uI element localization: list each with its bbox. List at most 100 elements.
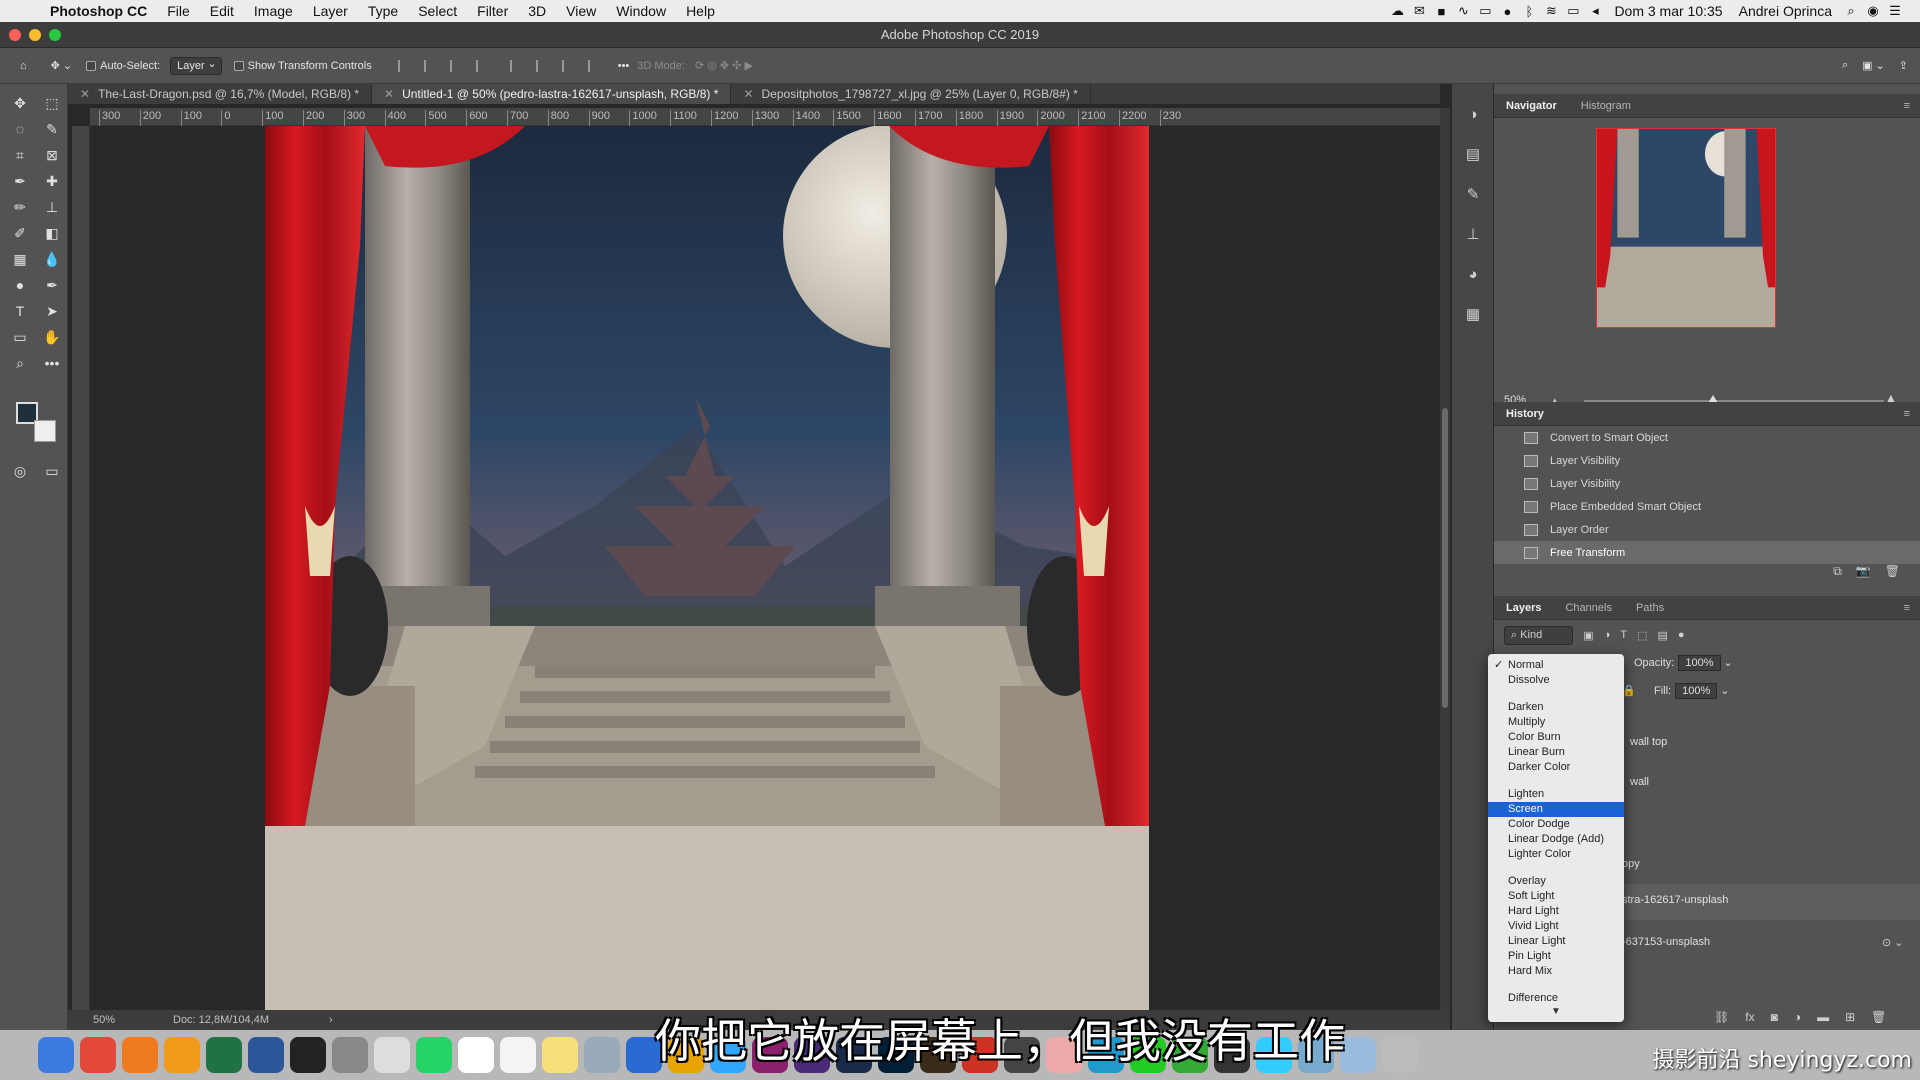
blend-mode-item[interactable]: Darker Color [1488, 760, 1624, 775]
menu-select[interactable]: Select [408, 3, 467, 19]
blend-mode-item[interactable]: Color Dodge [1488, 817, 1624, 832]
fill-control[interactable]: Fill: 100% ⌄ [1654, 683, 1730, 699]
close-tab-icon[interactable]: ✕ [80, 87, 90, 101]
tab-paths[interactable]: Paths [1624, 602, 1676, 614]
auto-select-checkbox[interactable] [86, 60, 97, 71]
mail-icon[interactable]: ✉ [1408, 3, 1430, 19]
path-selection-tool-icon[interactable]: ➤ [40, 300, 64, 322]
frame-tool-icon[interactable]: ⊠ [40, 144, 64, 166]
blend-mode-item[interactable]: Lighter Color [1488, 847, 1624, 862]
properties-icon[interactable]: ◕ [1462, 264, 1484, 286]
sync-icon[interactable]: ● [1496, 4, 1518, 19]
history-item[interactable]: Place Embedded Smart Object [1494, 495, 1920, 518]
blend-mode-item[interactable]: Normal [1488, 658, 1624, 673]
filter-shape-icon[interactable]: ⬚ [1637, 629, 1647, 642]
script-icon[interactable]: ∿ [1452, 3, 1474, 19]
tab-history[interactable]: History [1494, 408, 1556, 420]
panel-menu-icon[interactable]: ≡ [1904, 408, 1910, 420]
history-brush-tool-icon[interactable]: ✐ [8, 222, 32, 244]
healing-brush-tool-icon[interactable]: ✚ [40, 170, 64, 192]
siri-icon[interactable]: ◉ [1862, 3, 1884, 19]
adjustments-icon[interactable]: ◑ [1462, 104, 1484, 126]
transform-controls-checkbox[interactable] [233, 60, 244, 71]
tab-layers[interactable]: Layers [1494, 602, 1553, 614]
distribute-vertical-icon[interactable] [587, 59, 602, 72]
brush-settings-icon[interactable]: ✎ [1462, 184, 1484, 206]
brush-tool-icon[interactable]: ✏ [8, 196, 32, 218]
volume-icon[interactable]: ◂ [1584, 3, 1606, 19]
hand-tool-icon[interactable]: ✋ [40, 326, 64, 348]
blend-mode-item[interactable]: Overlay [1488, 874, 1624, 889]
menu-edit[interactable]: Edit [200, 3, 244, 19]
blend-mode-item[interactable]: Soft Light [1488, 889, 1624, 904]
menu-image[interactable]: Image [244, 3, 303, 19]
opacity-control[interactable]: Opacity: 100% ⌄ [1634, 655, 1733, 671]
bluetooth-icon[interactable]: ᛒ [1518, 4, 1540, 19]
history-item[interactable]: Layer Order [1494, 518, 1920, 541]
blend-mode-item[interactable]: Linear Light [1488, 934, 1624, 949]
close-tab-icon[interactable]: ✕ [384, 87, 394, 101]
rectangle-tool-icon[interactable]: ▭ [8, 326, 32, 348]
history-item[interactable]: Layer Visibility [1494, 449, 1920, 472]
background-color-swatch[interactable] [34, 420, 56, 442]
cloud-icon[interactable]: ☁ [1386, 3, 1408, 19]
lasso-tool-icon[interactable]: ◌ [8, 118, 32, 140]
filter-pixel-icon[interactable]: ▣ [1583, 629, 1593, 642]
app-menu[interactable]: Photoshop CC [40, 3, 157, 19]
share-icon[interactable]: ⇪ [1899, 59, 1908, 72]
minimize-window-button[interactable] [29, 29, 41, 41]
eraser-tool-icon[interactable]: ◧ [40, 222, 64, 244]
layer-filter-kind-dropdown[interactable]: ⌕ Kind [1504, 625, 1574, 645]
crop-tool-icon[interactable]: ⌗ [8, 144, 32, 166]
vertical-scrollbar[interactable] [1440, 108, 1450, 1018]
tab-navigator[interactable]: Navigator [1494, 100, 1569, 112]
app-status-icon[interactable]: ■ [1430, 4, 1452, 19]
quick-mask-icon[interactable]: ◎ [8, 460, 32, 482]
blur-tool-icon[interactable]: 💧 [40, 248, 64, 270]
airplay-icon[interactable]: ▭ [1474, 3, 1496, 19]
type-tool-icon[interactable]: T [8, 300, 32, 322]
spotlight-search-icon[interactable]: ⌕ [1840, 3, 1862, 19]
clone-stamp-tool-icon[interactable]: ⊥ [40, 196, 64, 218]
artwork-canvas[interactable] [265, 126, 1149, 1010]
blend-mode-item[interactable]: Hard Light [1488, 904, 1624, 919]
clone-source-icon[interactable]: ⊥ [1462, 224, 1484, 246]
libraries-icon[interactable]: ▤ [1462, 144, 1484, 166]
align-middle-icon[interactable] [535, 59, 550, 72]
more-options-icon[interactable]: ••• [618, 60, 630, 72]
panel-menu-icon[interactable]: ≡ [1904, 100, 1910, 112]
screen-mode-icon[interactable]: ▭ [40, 460, 64, 482]
distribute-icon[interactable] [475, 59, 490, 72]
auto-select-dropdown[interactable]: Layer [170, 56, 222, 75]
blend-mode-item[interactable]: Linear Dodge (Add) [1488, 832, 1624, 847]
doc-tab-depositphotos[interactable]: ✕ Depositphotos_1798727_xl.jpg @ 25% (Lay… [731, 84, 1091, 104]
new-document-from-state-icon[interactable]: ⧉ [1833, 564, 1842, 584]
tab-channels[interactable]: Channels [1553, 602, 1623, 614]
move-tool-icon[interactable]: ✥ [8, 92, 32, 114]
grid-icon[interactable]: ▦ [1462, 304, 1484, 326]
tab-histogram[interactable]: Histogram [1569, 100, 1643, 112]
close-window-button[interactable] [9, 29, 21, 41]
marquee-tool-icon[interactable]: ⬚ [40, 92, 64, 114]
menu-help[interactable]: Help [676, 3, 725, 19]
blend-mode-item[interactable]: Darken [1488, 700, 1624, 715]
align-right-icon[interactable] [449, 59, 464, 72]
close-tab-icon[interactable]: ✕ [743, 87, 753, 101]
snapshot-camera-icon[interactable]: 📷 [1856, 564, 1871, 584]
delete-state-icon[interactable]: 🗑 [1885, 564, 1900, 584]
history-item[interactable]: Layer Visibility [1494, 472, 1920, 495]
user-name[interactable]: Andrei Oprinca [1731, 3, 1840, 19]
blend-mode-item[interactable]: Linear Burn [1488, 745, 1624, 760]
blend-mode-item[interactable]: Hard Mix [1488, 964, 1624, 979]
notification-center-icon[interactable]: ☰ [1884, 3, 1906, 19]
zoom-tool-icon[interactable]: ⌕ [8, 352, 32, 374]
fill-value[interactable]: 100% [1675, 683, 1718, 699]
menu-filter[interactable]: Filter [467, 3, 518, 19]
doc-tab-dragon[interactable]: ✕ The-Last-Dragon.psd @ 16,7% (Model, RGB… [68, 84, 373, 104]
zoom-window-button[interactable] [49, 29, 61, 41]
filter-type-icon[interactable]: T [1620, 629, 1627, 641]
lock-icon[interactable]: 🔒 [1622, 684, 1636, 697]
vertical-ruler[interactable] [72, 126, 90, 1018]
menu-3d[interactable]: 3D [518, 3, 556, 19]
blend-mode-item[interactable]: Color Burn [1488, 730, 1624, 745]
